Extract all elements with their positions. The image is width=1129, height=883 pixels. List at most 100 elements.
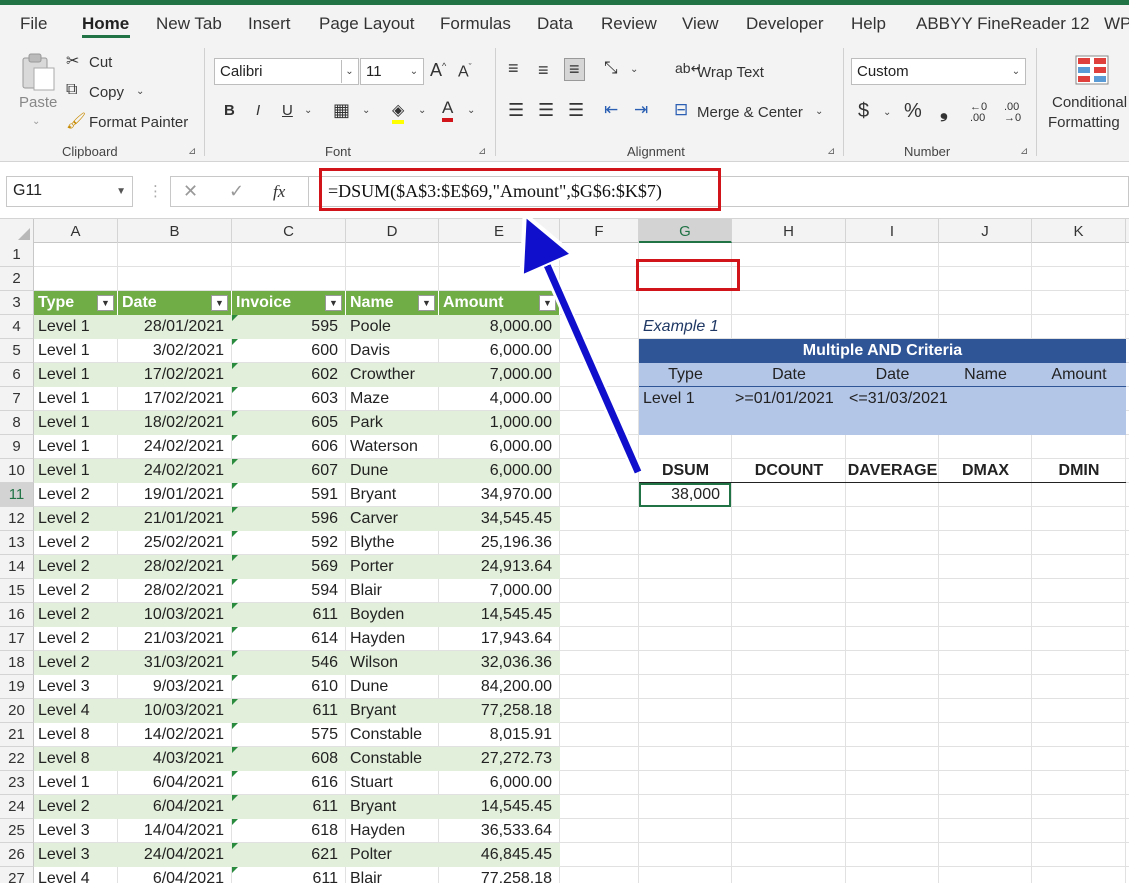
table-cell-type[interactable]: Level 1: [34, 339, 118, 363]
row-header-9[interactable]: 9: [0, 435, 34, 459]
table-cell-name[interactable]: Hayden: [346, 819, 439, 843]
bold-button[interactable]: B: [224, 102, 235, 119]
filter-dropdown-icon[interactable]: ▼: [325, 295, 342, 311]
column-header-b[interactable]: B: [118, 219, 232, 243]
table-cell-date[interactable]: 6/04/2021: [118, 771, 232, 795]
table-cell-type[interactable]: Level 8: [34, 747, 118, 771]
row-header-13[interactable]: 13: [0, 531, 34, 555]
increase-decimal-icon[interactable]: ←0.00: [970, 102, 987, 124]
orientation-icon[interactable]: ⤡: [604, 58, 618, 78]
row-header-15[interactable]: 15: [0, 579, 34, 603]
table-cell-date[interactable]: 28/02/2021: [118, 579, 232, 603]
table-cell-name[interactable]: Blythe: [346, 531, 439, 555]
table-cell-amount[interactable]: 6,000.00: [439, 459, 560, 483]
tab-help[interactable]: Help: [851, 14, 886, 34]
row-header-10[interactable]: 10: [0, 459, 34, 483]
table-cell-date[interactable]: 10/03/2021: [118, 699, 232, 723]
row-header-11[interactable]: 11: [0, 483, 34, 507]
conditional-formatting-button-line2[interactable]: Formatting: [1048, 114, 1120, 131]
underline-button[interactable]: U: [282, 102, 293, 119]
table-cell-type[interactable]: Level 2: [34, 603, 118, 627]
table-cell-name[interactable]: Bryant: [346, 483, 439, 507]
table-cell-invoice[interactable]: 616: [232, 771, 346, 795]
table-cell-date[interactable]: 24/02/2021: [118, 435, 232, 459]
row-header-20[interactable]: 20: [0, 699, 34, 723]
table-cell-type[interactable]: Level 2: [34, 627, 118, 651]
filter-dropdown-icon[interactable]: ▼: [418, 295, 435, 311]
row-header-24[interactable]: 24: [0, 795, 34, 819]
paste-button[interactable]: Paste: [19, 94, 57, 111]
table-cell-invoice[interactable]: 618: [232, 819, 346, 843]
criteria-header-date[interactable]: Date: [732, 363, 846, 387]
table-cell-invoice[interactable]: 610: [232, 675, 346, 699]
criteria-header-type[interactable]: Type: [639, 363, 732, 387]
table-cell-amount[interactable]: 14,545.45: [439, 795, 560, 819]
table-cell-type[interactable]: Level 1: [34, 387, 118, 411]
cut-button[interactable]: Cut: [89, 54, 112, 71]
merge-center-icon[interactable]: ⊟: [674, 100, 688, 120]
table-cell-amount[interactable]: 77,258.18: [439, 699, 560, 723]
copy-icon[interactable]: ⧉: [66, 81, 77, 99]
table-cell-type[interactable]: Level 3: [34, 675, 118, 699]
filter-dropdown-icon[interactable]: ▼: [97, 295, 114, 311]
table-cell-name[interactable]: Blair: [346, 579, 439, 603]
row-header-5[interactable]: 5: [0, 339, 34, 363]
criteria-value[interactable]: >=01/01/2021: [732, 387, 846, 411]
criteria-value[interactable]: <=31/03/2021: [846, 387, 948, 411]
table-cell-date[interactable]: 14/04/2021: [118, 819, 232, 843]
clipboard-launcher-icon[interactable]: ⊿: [188, 146, 196, 157]
table-cell-date[interactable]: 17/02/2021: [118, 363, 232, 387]
table-cell-date[interactable]: 24/02/2021: [118, 459, 232, 483]
font-color-icon[interactable]: A: [442, 98, 454, 122]
criteria-value[interactable]: [1032, 387, 1126, 411]
function-header-dsum[interactable]: DSUM: [639, 459, 732, 483]
tab-data[interactable]: Data: [537, 14, 573, 34]
table-cell-amount[interactable]: 17,943.64: [439, 627, 560, 651]
column-header-g[interactable]: G: [639, 219, 732, 243]
align-top-icon[interactable]: ≡: [508, 58, 519, 79]
row-header-8[interactable]: 8: [0, 411, 34, 435]
row-header-22[interactable]: 22: [0, 747, 34, 771]
table-cell-name[interactable]: Crowther: [346, 363, 439, 387]
table-cell-invoice[interactable]: 595: [232, 315, 346, 339]
table-cell-invoice[interactable]: 621: [232, 843, 346, 867]
table-cell-type[interactable]: Level 4: [34, 699, 118, 723]
row-header-6[interactable]: 6: [0, 363, 34, 387]
table-cell-amount[interactable]: 6,000.00: [439, 435, 560, 459]
column-header-c[interactable]: C: [232, 219, 346, 243]
increase-font-icon[interactable]: A^: [430, 60, 446, 81]
table-cell-amount[interactable]: 8,015.91: [439, 723, 560, 747]
table-cell-date[interactable]: 28/02/2021: [118, 555, 232, 579]
wrap-text-button[interactable]: Wrap Text: [697, 64, 764, 81]
table-cell-type[interactable]: Level 1: [34, 459, 118, 483]
worksheet-grid[interactable]: ABCDEFGHIJK 1 2 3 4 5 6 7 8 9 10 11 12 13 14 15 16 17 18 1…: [0, 219, 1129, 883]
row-header-7[interactable]: 7: [0, 387, 34, 411]
table-cell-type[interactable]: Level 2: [34, 795, 118, 819]
tab-review[interactable]: Review: [601, 14, 657, 34]
row-header-18[interactable]: 18: [0, 651, 34, 675]
table-cell-invoice[interactable]: 600: [232, 339, 346, 363]
table-cell-name[interactable]: Park: [346, 411, 439, 435]
number-launcher-icon[interactable]: ⊿: [1020, 146, 1028, 157]
table-header-amount[interactable]: Amount ▼: [439, 291, 560, 315]
table-cell-name[interactable]: Blair: [346, 867, 439, 883]
underline-dropdown-icon[interactable]: ⌄: [304, 105, 312, 116]
table-cell-name[interactable]: Davis: [346, 339, 439, 363]
criteria-value[interactable]: [939, 387, 1032, 411]
fill-color-dropdown-icon[interactable]: ⌄: [418, 105, 426, 116]
table-cell-type[interactable]: Level 1: [34, 435, 118, 459]
row-header-14[interactable]: 14: [0, 555, 34, 579]
table-cell-type[interactable]: Level 4: [34, 867, 118, 883]
row-header-26[interactable]: 26: [0, 843, 34, 867]
paste-icon[interactable]: [20, 52, 56, 92]
table-cell-type[interactable]: Level 2: [34, 555, 118, 579]
tab-abbyy-finereader-12[interactable]: ABBYY FineReader 12: [916, 14, 1090, 34]
row-header-16[interactable]: 16: [0, 603, 34, 627]
table-cell-name[interactable]: Hayden: [346, 627, 439, 651]
table-cell-invoice[interactable]: 611: [232, 603, 346, 627]
table-cell-invoice[interactable]: 614: [232, 627, 346, 651]
table-cell-date[interactable]: 24/04/2021: [118, 843, 232, 867]
borders-icon[interactable]: ▦: [333, 100, 350, 121]
align-center-icon[interactable]: ☰: [538, 100, 554, 121]
italic-button[interactable]: I: [256, 102, 260, 119]
